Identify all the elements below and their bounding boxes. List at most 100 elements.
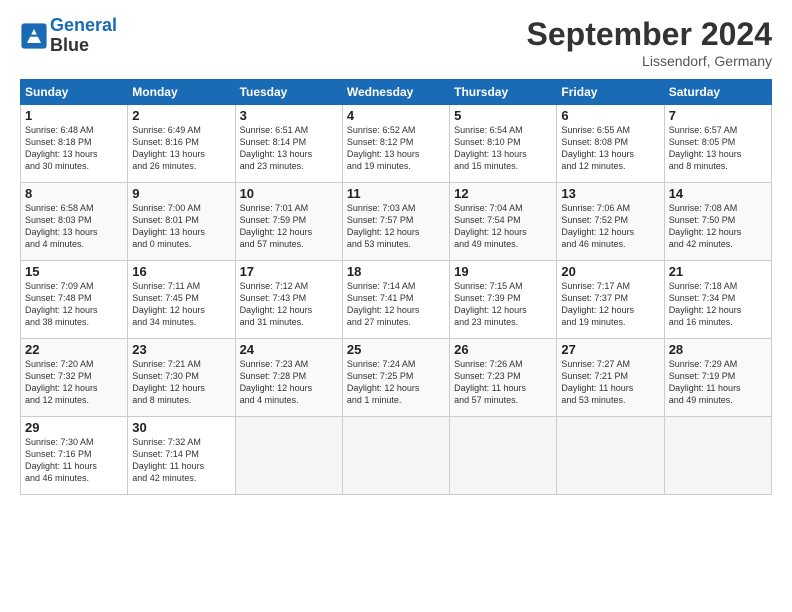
- logo: General Blue: [20, 16, 117, 56]
- calendar-cell: 28Sunrise: 7:29 AM Sunset: 7:19 PM Dayli…: [664, 339, 771, 417]
- calendar-table: SundayMondayTuesdayWednesdayThursdayFrid…: [20, 79, 772, 495]
- day-info: Sunrise: 7:20 AM Sunset: 7:32 PM Dayligh…: [25, 358, 123, 407]
- day-number: 15: [25, 264, 123, 279]
- day-number: 9: [132, 186, 230, 201]
- weekday-header-thursday: Thursday: [450, 80, 557, 105]
- calendar-cell: 5Sunrise: 6:54 AM Sunset: 8:10 PM Daylig…: [450, 105, 557, 183]
- day-number: 2: [132, 108, 230, 123]
- week-row-2: 8Sunrise: 6:58 AM Sunset: 8:03 PM Daylig…: [21, 183, 772, 261]
- day-number: 28: [669, 342, 767, 357]
- day-number: 27: [561, 342, 659, 357]
- calendar-cell: 29Sunrise: 7:30 AM Sunset: 7:16 PM Dayli…: [21, 417, 128, 495]
- logo-icon: [20, 22, 48, 50]
- day-info: Sunrise: 6:48 AM Sunset: 8:18 PM Dayligh…: [25, 124, 123, 173]
- calendar-cell: [664, 417, 771, 495]
- calendar-cell: 25Sunrise: 7:24 AM Sunset: 7:25 PM Dayli…: [342, 339, 449, 417]
- day-info: Sunrise: 6:51 AM Sunset: 8:14 PM Dayligh…: [240, 124, 338, 173]
- calendar-cell: 15Sunrise: 7:09 AM Sunset: 7:48 PM Dayli…: [21, 261, 128, 339]
- day-info: Sunrise: 7:26 AM Sunset: 7:23 PM Dayligh…: [454, 358, 552, 407]
- calendar-cell: 30Sunrise: 7:32 AM Sunset: 7:14 PM Dayli…: [128, 417, 235, 495]
- calendar-cell: [235, 417, 342, 495]
- day-info: Sunrise: 6:55 AM Sunset: 8:08 PM Dayligh…: [561, 124, 659, 173]
- day-number: 12: [454, 186, 552, 201]
- day-number: 8: [25, 186, 123, 201]
- month-title: September 2024: [527, 16, 772, 53]
- day-number: 23: [132, 342, 230, 357]
- day-info: Sunrise: 7:29 AM Sunset: 7:19 PM Dayligh…: [669, 358, 767, 407]
- calendar-cell: 2Sunrise: 6:49 AM Sunset: 8:16 PM Daylig…: [128, 105, 235, 183]
- day-info: Sunrise: 7:17 AM Sunset: 7:37 PM Dayligh…: [561, 280, 659, 329]
- day-number: 10: [240, 186, 338, 201]
- day-number: 20: [561, 264, 659, 279]
- day-info: Sunrise: 7:14 AM Sunset: 7:41 PM Dayligh…: [347, 280, 445, 329]
- calendar-cell: [557, 417, 664, 495]
- day-info: Sunrise: 7:18 AM Sunset: 7:34 PM Dayligh…: [669, 280, 767, 329]
- weekday-header-row: SundayMondayTuesdayWednesdayThursdayFrid…: [21, 80, 772, 105]
- calendar-cell: 12Sunrise: 7:04 AM Sunset: 7:54 PM Dayli…: [450, 183, 557, 261]
- day-number: 22: [25, 342, 123, 357]
- calendar-cell: 23Sunrise: 7:21 AM Sunset: 7:30 PM Dayli…: [128, 339, 235, 417]
- weekday-header-saturday: Saturday: [664, 80, 771, 105]
- day-info: Sunrise: 7:01 AM Sunset: 7:59 PM Dayligh…: [240, 202, 338, 251]
- calendar-cell: 3Sunrise: 6:51 AM Sunset: 8:14 PM Daylig…: [235, 105, 342, 183]
- calendar-cell: 19Sunrise: 7:15 AM Sunset: 7:39 PM Dayli…: [450, 261, 557, 339]
- day-number: 5: [454, 108, 552, 123]
- calendar-page: General Blue September 2024 Lissendorf, …: [0, 0, 792, 505]
- day-info: Sunrise: 6:57 AM Sunset: 8:05 PM Dayligh…: [669, 124, 767, 173]
- week-row-3: 15Sunrise: 7:09 AM Sunset: 7:48 PM Dayli…: [21, 261, 772, 339]
- day-info: Sunrise: 6:58 AM Sunset: 8:03 PM Dayligh…: [25, 202, 123, 251]
- calendar-cell: 6Sunrise: 6:55 AM Sunset: 8:08 PM Daylig…: [557, 105, 664, 183]
- weekday-header-wednesday: Wednesday: [342, 80, 449, 105]
- day-info: Sunrise: 7:11 AM Sunset: 7:45 PM Dayligh…: [132, 280, 230, 329]
- calendar-cell: [342, 417, 449, 495]
- calendar-cell: 14Sunrise: 7:08 AM Sunset: 7:50 PM Dayli…: [664, 183, 771, 261]
- day-number: 6: [561, 108, 659, 123]
- calendar-cell: 20Sunrise: 7:17 AM Sunset: 7:37 PM Dayli…: [557, 261, 664, 339]
- day-number: 25: [347, 342, 445, 357]
- calendar-cell: 21Sunrise: 7:18 AM Sunset: 7:34 PM Dayli…: [664, 261, 771, 339]
- day-number: 11: [347, 186, 445, 201]
- calendar-cell: 22Sunrise: 7:20 AM Sunset: 7:32 PM Dayli…: [21, 339, 128, 417]
- weekday-header-sunday: Sunday: [21, 80, 128, 105]
- day-number: 26: [454, 342, 552, 357]
- day-number: 16: [132, 264, 230, 279]
- calendar-cell: 1Sunrise: 6:48 AM Sunset: 8:18 PM Daylig…: [21, 105, 128, 183]
- calendar-cell: [450, 417, 557, 495]
- day-info: Sunrise: 7:15 AM Sunset: 7:39 PM Dayligh…: [454, 280, 552, 329]
- day-info: Sunrise: 7:00 AM Sunset: 8:01 PM Dayligh…: [132, 202, 230, 251]
- calendar-cell: 4Sunrise: 6:52 AM Sunset: 8:12 PM Daylig…: [342, 105, 449, 183]
- calendar-cell: 13Sunrise: 7:06 AM Sunset: 7:52 PM Dayli…: [557, 183, 664, 261]
- calendar-cell: 11Sunrise: 7:03 AM Sunset: 7:57 PM Dayli…: [342, 183, 449, 261]
- location: Lissendorf, Germany: [527, 53, 772, 69]
- day-number: 17: [240, 264, 338, 279]
- calendar-cell: 26Sunrise: 7:26 AM Sunset: 7:23 PM Dayli…: [450, 339, 557, 417]
- day-info: Sunrise: 6:54 AM Sunset: 8:10 PM Dayligh…: [454, 124, 552, 173]
- day-info: Sunrise: 7:27 AM Sunset: 7:21 PM Dayligh…: [561, 358, 659, 407]
- calendar-cell: 24Sunrise: 7:23 AM Sunset: 7:28 PM Dayli…: [235, 339, 342, 417]
- day-info: Sunrise: 7:21 AM Sunset: 7:30 PM Dayligh…: [132, 358, 230, 407]
- day-info: Sunrise: 7:32 AM Sunset: 7:14 PM Dayligh…: [132, 436, 230, 485]
- logo-text: General Blue: [50, 16, 117, 56]
- day-number: 29: [25, 420, 123, 435]
- day-number: 4: [347, 108, 445, 123]
- calendar-cell: 8Sunrise: 6:58 AM Sunset: 8:03 PM Daylig…: [21, 183, 128, 261]
- day-info: Sunrise: 7:06 AM Sunset: 7:52 PM Dayligh…: [561, 202, 659, 251]
- day-info: Sunrise: 7:03 AM Sunset: 7:57 PM Dayligh…: [347, 202, 445, 251]
- day-number: 3: [240, 108, 338, 123]
- day-info: Sunrise: 7:30 AM Sunset: 7:16 PM Dayligh…: [25, 436, 123, 485]
- calendar-cell: 9Sunrise: 7:00 AM Sunset: 8:01 PM Daylig…: [128, 183, 235, 261]
- calendar-cell: 18Sunrise: 7:14 AM Sunset: 7:41 PM Dayli…: [342, 261, 449, 339]
- day-info: Sunrise: 7:04 AM Sunset: 7:54 PM Dayligh…: [454, 202, 552, 251]
- title-block: September 2024 Lissendorf, Germany: [527, 16, 772, 69]
- day-number: 7: [669, 108, 767, 123]
- day-info: Sunrise: 6:52 AM Sunset: 8:12 PM Dayligh…: [347, 124, 445, 173]
- weekday-header-monday: Monday: [128, 80, 235, 105]
- day-number: 1: [25, 108, 123, 123]
- day-number: 24: [240, 342, 338, 357]
- header: General Blue September 2024 Lissendorf, …: [20, 16, 772, 69]
- calendar-cell: 16Sunrise: 7:11 AM Sunset: 7:45 PM Dayli…: [128, 261, 235, 339]
- day-info: Sunrise: 7:23 AM Sunset: 7:28 PM Dayligh…: [240, 358, 338, 407]
- day-number: 30: [132, 420, 230, 435]
- day-number: 18: [347, 264, 445, 279]
- week-row-4: 22Sunrise: 7:20 AM Sunset: 7:32 PM Dayli…: [21, 339, 772, 417]
